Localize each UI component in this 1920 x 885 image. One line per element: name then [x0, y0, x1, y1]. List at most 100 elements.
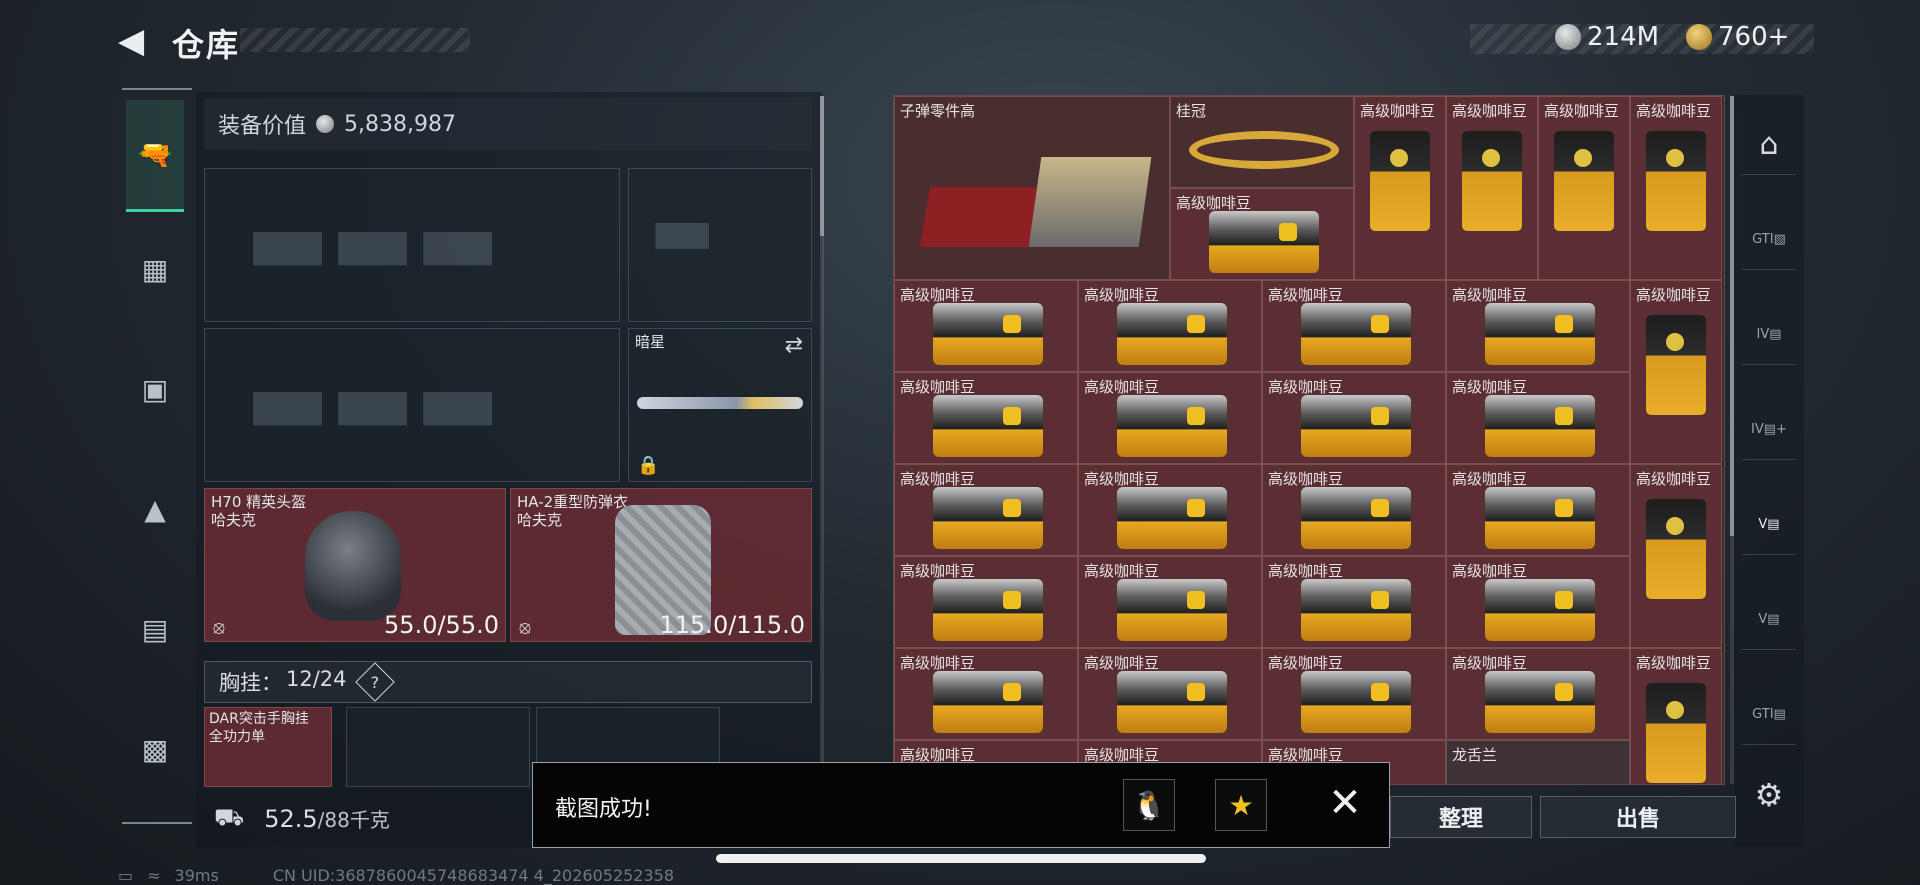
- sort-button[interactable]: 整理: [1390, 796, 1532, 838]
- swap-icon[interactable]: ⇄: [785, 333, 803, 358]
- pistol-icon[interactable]: 🔫: [126, 100, 184, 212]
- storage-tab-v-icon[interactable]: V▤: [1742, 590, 1796, 650]
- inventory-item[interactable]: 高级咖啡豆: [1170, 188, 1354, 280]
- chest-rig-bar: 胸挂： 12/24 ?: [204, 661, 812, 703]
- inventory-item[interactable]: 高级咖啡豆: [1262, 648, 1446, 740]
- bag-icon[interactable]: ▲: [126, 480, 184, 538]
- qq-share-icon[interactable]: 🐧: [1123, 779, 1175, 831]
- storage-tab-iv-add-icon[interactable]: IV▤+: [1742, 400, 1796, 460]
- item-label: 高级咖啡豆: [1268, 562, 1344, 580]
- inventory-item[interactable]: 高级咖啡豆: [894, 280, 1078, 372]
- item-label: 高级咖啡豆: [1636, 286, 1712, 304]
- rig-item-sub: 全功力单: [209, 729, 265, 745]
- inventory-item[interactable]: 高级咖啡豆: [1262, 280, 1446, 372]
- inventory-item[interactable]: 高级咖啡豆: [1630, 280, 1722, 464]
- briefcase-icon[interactable]: ▩: [126, 720, 184, 778]
- rifle-silhouette-icon: ▬▬▬: [245, 189, 501, 294]
- equipment-scrollbar[interactable]: [820, 96, 824, 784]
- ping-value: 39ms: [174, 866, 219, 885]
- coffee-bag-image: [1301, 303, 1411, 365]
- locker-icon[interactable]: ▤: [126, 600, 184, 658]
- settings-gear-icon[interactable]: ⚙: [1742, 765, 1796, 825]
- inventory-item[interactable]: 高级咖啡豆: [1078, 280, 1262, 372]
- coffee-bag-image: [933, 671, 1043, 733]
- inventory-item[interactable]: 高级咖啡豆: [894, 556, 1078, 648]
- inventory-item[interactable]: 高级咖啡豆: [1630, 96, 1722, 280]
- help-icon[interactable]: ?: [354, 662, 395, 702]
- rig-empty-slot[interactable]: [346, 707, 530, 787]
- pistol-slot[interactable]: ▬: [628, 168, 812, 322]
- secondary-weapon-slot[interactable]: ▬▬▬: [204, 328, 620, 482]
- inventory-item[interactable]: 高级咖啡豆: [1630, 648, 1722, 784]
- primary-weapon-slot[interactable]: ▬▬▬: [204, 168, 620, 322]
- coffee-bag-image: [1117, 487, 1227, 549]
- inventory-item[interactable]: 高级咖啡豆: [1446, 372, 1630, 464]
- coffee-bag-image: [1485, 579, 1595, 641]
- inventory-item[interactable]: 子弹零件高: [894, 96, 1170, 280]
- inventory-item[interactable]: 高级咖啡豆: [1262, 372, 1446, 464]
- storage-tab-iv-icon[interactable]: IV▤: [1742, 305, 1796, 365]
- item-label: 桂冠: [1176, 102, 1207, 120]
- gold-amount: 760+: [1718, 22, 1790, 52]
- inventory-item[interactable]: 高级咖啡豆: [1262, 464, 1446, 556]
- melee-name: 暗星: [635, 333, 666, 351]
- coffee-bag-image: [1646, 131, 1706, 231]
- inventory-item[interactable]: 高级咖啡豆: [1446, 280, 1630, 372]
- back-arrow-icon[interactable]: ◀: [118, 22, 156, 60]
- silver-currency[interactable]: 214M: [1555, 22, 1659, 52]
- inventory-item[interactable]: 高级咖啡豆: [1630, 464, 1722, 648]
- item-label: 高级咖啡豆: [1452, 562, 1528, 580]
- silver-amount: 214M: [1587, 22, 1660, 52]
- vest-icon[interactable]: ▦: [126, 240, 184, 298]
- coffee-bag-image: [1485, 303, 1595, 365]
- coffee-bag-image: [1646, 315, 1706, 415]
- silver-coin-icon: [1555, 24, 1581, 50]
- inventory-item[interactable]: 高级咖啡豆: [1446, 648, 1630, 740]
- storage-tab-v-active-icon[interactable]: V▤: [1742, 495, 1796, 555]
- inventory-item[interactable]: 高级咖啡豆: [894, 648, 1078, 740]
- inventory-item[interactable]: 高级咖啡豆: [1446, 556, 1630, 648]
- melee-slot[interactable]: 暗星 ⇄ 🔒: [628, 328, 812, 482]
- sell-button[interactable]: 出售: [1540, 796, 1736, 838]
- inventory-item[interactable]: 高级咖啡豆: [894, 464, 1078, 556]
- home-storage-icon[interactable]: ⌂: [1742, 115, 1796, 175]
- inventory-item[interactable]: 高级咖啡豆: [1262, 556, 1446, 648]
- helmet-image: [305, 511, 401, 621]
- crown-image: [1189, 131, 1339, 169]
- inventory-item[interactable]: 龙舌兰: [1446, 740, 1630, 784]
- storage-tab-gti-icon[interactable]: GTI▧: [1742, 210, 1796, 270]
- item-label: 高级咖啡豆: [1452, 286, 1528, 304]
- backpack-icon[interactable]: ▣: [126, 360, 184, 418]
- inventory-item[interactable]: 高级咖啡豆: [1354, 96, 1446, 280]
- inventory-item[interactable]: 高级咖啡豆: [1078, 648, 1262, 740]
- inventory-item[interactable]: 高级咖啡豆: [1078, 372, 1262, 464]
- equipment-value: 装备价值 5,838,987: [204, 98, 812, 150]
- gold-currency[interactable]: 760+: [1686, 22, 1789, 52]
- inventory-item[interactable]: 桂冠: [1170, 96, 1354, 188]
- item-label: 高级咖啡豆: [1268, 470, 1344, 488]
- item-label: 高级咖啡豆: [900, 562, 976, 580]
- coffee-bag-image: [1485, 487, 1595, 549]
- inventory-item[interactable]: 高级咖啡豆: [1078, 464, 1262, 556]
- inventory-item[interactable]: 高级咖啡豆: [1078, 556, 1262, 648]
- scroll-thumb[interactable]: [820, 96, 824, 236]
- rifle-silhouette-icon: ▬▬▬: [245, 349, 501, 454]
- item-label: 高级咖啡豆: [1452, 102, 1528, 120]
- item-label: 高级咖啡豆: [1268, 378, 1344, 396]
- armor-slot[interactable]: HA-2重型防弹衣 哈夫克 ⦻ 115.0/115.0: [510, 488, 812, 642]
- helmet-slot[interactable]: H70 精英头盔 哈夫克 ⦻ 55.0/55.0: [204, 488, 506, 642]
- item-label: 龙舌兰: [1452, 746, 1498, 764]
- qzone-share-icon[interactable]: ★: [1215, 779, 1267, 831]
- screenshot-toast: 截图成功! 🐧 ★ ✕: [532, 762, 1390, 848]
- inventory-item[interactable]: 高级咖啡豆: [894, 372, 1078, 464]
- home-indicator[interactable]: [716, 854, 1206, 863]
- storage-tab-gti2-icon[interactable]: GTI▤: [1742, 685, 1796, 745]
- inventory-grid: 子弹零件高 桂冠 高级咖啡豆 高级咖啡豆 高级咖啡豆 高级咖啡豆 高级咖啡豆 高…: [893, 95, 1725, 785]
- item-label: 高级咖啡豆: [900, 470, 976, 488]
- inventory-item[interactable]: 高级咖啡豆: [1446, 96, 1538, 280]
- coffee-bag-image: [1117, 671, 1227, 733]
- inventory-item[interactable]: 高级咖啡豆: [1446, 464, 1630, 556]
- inventory-item[interactable]: 高级咖啡豆: [1538, 96, 1630, 280]
- close-icon[interactable]: ✕: [1323, 783, 1367, 827]
- rig-item[interactable]: DAR突击手胸挂 全功力单: [204, 707, 332, 787]
